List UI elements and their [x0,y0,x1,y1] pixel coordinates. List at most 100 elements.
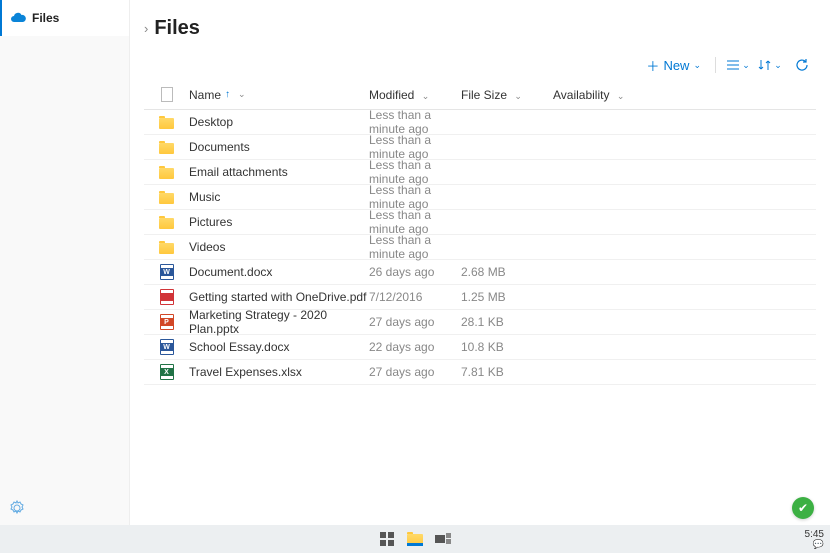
main-pane: › Files ＋ New ⌄ ⌄ ⌄ Name ↑ [130,0,830,525]
plus-icon: ＋ [646,56,659,75]
row-icon [144,364,189,380]
pdf-icon [160,289,174,305]
row-modified: Less than a minute ago [369,233,461,261]
row-name: Pictures [189,215,369,229]
view-button[interactable]: ⌄ [724,53,752,77]
col-size-label: File Size [461,88,507,102]
col-name-header[interactable]: Name ↑ ⌄ [189,88,369,102]
chevron-down-icon: ⌄ [693,60,701,71]
file-icon [161,87,173,102]
row-icon [144,289,189,305]
chevron-down-icon[interactable]: ⌄ [422,91,430,101]
row-name: Documents [189,140,369,154]
sidebar: Files [0,0,130,525]
chevron-down-icon[interactable]: ⌄ [514,91,522,101]
col-size-header[interactable]: File Size ⌄ [461,88,553,102]
col-availability-label: Availability [553,88,609,102]
table-row[interactable]: Marketing Strategy - 2020 Plan.pptx27 da… [144,310,816,335]
cloud-icon [10,10,26,26]
row-name: Travel Expenses.xlsx [189,365,369,379]
table-row[interactable]: Email attachmentsLess than a minute ago [144,160,816,185]
refresh-button[interactable] [788,53,816,77]
row-name: School Essay.docx [189,340,369,354]
folder-icon [159,193,174,204]
sidebar-item-files[interactable]: Files [0,0,129,36]
new-button-label: New [663,58,689,73]
row-icon [144,166,189,179]
start-button[interactable] [378,530,396,548]
col-availability-header[interactable]: Availability ⌄ [553,88,633,102]
row-name: Document.docx [189,265,369,279]
folder-icon [159,218,174,229]
row-icon [144,216,189,229]
table-row[interactable]: DocumentsLess than a minute ago [144,135,816,160]
sort-asc-icon: ↑ [225,89,230,100]
header: › Files [144,0,816,56]
table-row[interactable]: PicturesLess than a minute ago [144,210,816,235]
row-name: Email attachments [189,165,369,179]
table-row[interactable]: MusicLess than a minute ago [144,185,816,210]
notification-icon[interactable]: 💬 [805,540,824,550]
folder-icon [159,143,174,154]
row-icon [144,339,189,355]
row-icon [144,264,189,280]
chevron-down-icon: ⌄ [774,60,782,71]
row-icon [144,141,189,154]
row-modified: 7/12/2016 [369,290,461,304]
table-header: Name ↑ ⌄ Modified ⌄ File Size ⌄ Availabi… [144,80,816,110]
col-name-label: Name [189,88,221,102]
folder-icon [159,168,174,179]
chevron-down-icon[interactable]: ⌄ [617,91,625,101]
xlsx-icon [160,364,174,380]
folder-icon [159,118,174,129]
row-name: Videos [189,240,369,254]
row-size: 10.8 KB [461,340,553,354]
row-icon [144,314,189,330]
clock[interactable]: 5:45 💬 [805,529,824,550]
table-row[interactable]: School Essay.docx22 days ago10.8 KB [144,335,816,360]
docx-icon [160,264,174,280]
row-size: 2.68 MB [461,265,553,279]
task-view-icon[interactable] [434,530,452,548]
table-row[interactable]: DesktopLess than a minute ago [144,110,816,135]
row-icon [144,116,189,129]
row-size: 1.25 MB [461,290,553,304]
row-size: 28.1 KB [461,315,553,329]
page-title: Files [154,17,200,40]
row-name: Getting started with OneDrive.pdf [189,290,369,304]
taskbar: 5:45 💬 [0,525,830,553]
folder-icon [159,243,174,254]
toolbar-separator [715,57,716,73]
row-name: Marketing Strategy - 2020 Plan.pptx [189,308,369,336]
row-modified: 22 days ago [369,340,461,354]
row-modified: 26 days ago [369,265,461,279]
row-modified: Less than a minute ago [369,108,461,136]
row-name: Music [189,190,369,204]
row-modified: Less than a minute ago [369,208,461,236]
row-modified: Less than a minute ago [369,183,461,211]
row-modified: Less than a minute ago [369,158,461,186]
chevron-down-icon[interactable]: ⌄ [238,89,246,100]
row-size: 7.81 KB [461,365,553,379]
table-row[interactable]: Document.docx26 days ago2.68 MB [144,260,816,285]
col-icon-header [144,87,189,102]
row-icon [144,241,189,254]
table-row[interactable]: Travel Expenses.xlsx27 days ago7.81 KB [144,360,816,385]
row-modified: 27 days ago [369,365,461,379]
sidebar-item-label: Files [32,11,59,25]
clock-time: 5:45 [805,529,824,540]
toolbar: ＋ New ⌄ ⌄ ⌄ [144,56,816,80]
breadcrumb-chevron-icon[interactable]: › [144,21,148,36]
col-modified-header[interactable]: Modified ⌄ [369,88,461,102]
sort-button[interactable]: ⌄ [756,53,784,77]
table-row[interactable]: VideosLess than a minute ago [144,235,816,260]
table-row[interactable]: Getting started with OneDrive.pdf7/12/20… [144,285,816,310]
chevron-down-icon: ⌄ [742,60,750,71]
docx-icon [160,339,174,355]
pptx-icon [160,314,174,330]
file-explorer-taskbar-icon[interactable] [406,530,424,548]
settings-button[interactable] [8,499,26,517]
file-table: Name ↑ ⌄ Modified ⌄ File Size ⌄ Availabi… [144,80,816,525]
new-button[interactable]: ＋ New ⌄ [640,54,707,77]
sync-status-badge[interactable]: ✔ [792,497,814,519]
